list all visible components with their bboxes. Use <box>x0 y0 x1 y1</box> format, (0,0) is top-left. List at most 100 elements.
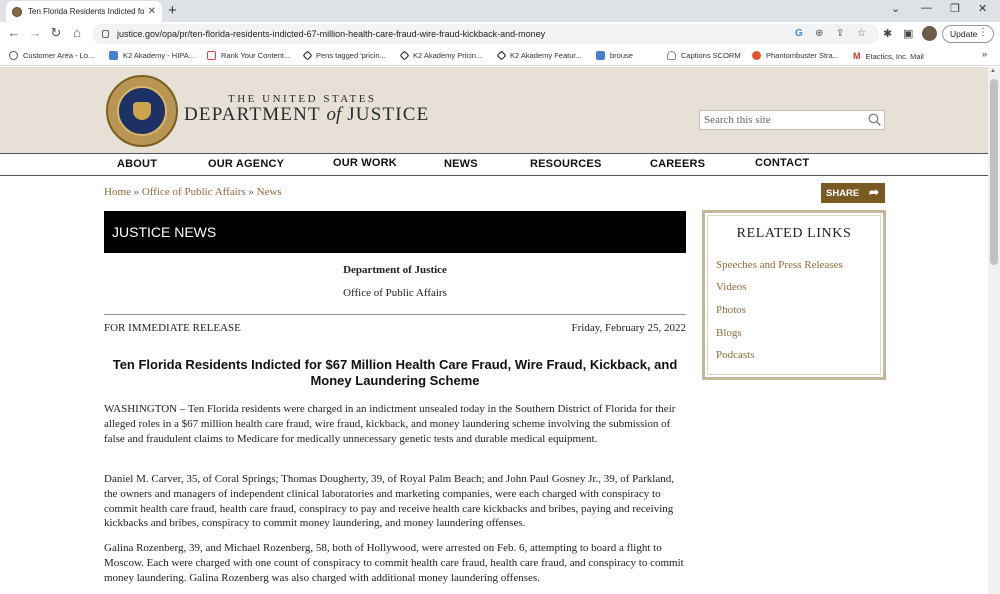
nav-news[interactable]: NEWS <box>444 158 478 170</box>
browser-toolbar: ← → ↻ ⌂ justice.gov/opa/pr/ten-florida-r… <box>0 22 1000 46</box>
window-close-icon[interactable]: ✕ <box>978 2 987 15</box>
captions-icon <box>667 51 676 60</box>
release-date: Friday, February 25, 2022 <box>571 322 686 334</box>
scroll-thumb[interactable] <box>990 79 998 265</box>
share-page-icon[interactable]: ⇪ <box>836 28 844 39</box>
globe-icon <box>9 51 18 60</box>
bookmark-item[interactable]: K2 Akademy - HIPA... <box>109 51 195 60</box>
related-links-title: RELATED LINKS <box>736 226 852 241</box>
bookmark-star-icon[interactable]: ☆ <box>857 28 866 39</box>
bookmark-label: K2 Akademy Pricin... <box>413 51 483 60</box>
codepen-icon <box>302 50 313 61</box>
update-button[interactable]: Update ⋮ <box>942 25 994 43</box>
bookmark-label: Pens tagged 'pricin... <box>316 51 386 60</box>
article-paragraph: WASHINGTON – Ten Florida residents were … <box>104 403 676 445</box>
menu-dots-icon[interactable]: ⋮ <box>978 27 988 38</box>
url-text: justice.gov/opa/pr/ten-florida-residents… <box>117 29 546 39</box>
nav-resources[interactable]: RESOURCES <box>530 158 601 170</box>
eagle-icon <box>133 102 151 120</box>
related-link-photos[interactable]: Photos <box>716 304 746 316</box>
search-icon[interactable] <box>868 113 881 126</box>
reload-icon[interactable]: ↻ <box>48 25 64 41</box>
related-link-podcasts[interactable]: Podcasts <box>716 349 755 361</box>
logo-title[interactable]: DEPARTMENT of JUSTICE <box>184 104 429 126</box>
release-label: FOR IMMEDIATE RELEASE <box>104 322 241 334</box>
extensions-icon[interactable]: ✱ <box>883 27 892 40</box>
logo-word-department: DEPARTMENT <box>184 104 321 125</box>
zoom-icon[interactable]: ⊕ <box>815 28 823 39</box>
breadcrumb-separator: » <box>133 186 140 198</box>
department-name: Department of Justice <box>343 264 447 276</box>
nav-contact[interactable]: CONTACT <box>755 157 809 169</box>
scroll-up-icon[interactable]: ▲ <box>990 68 996 74</box>
nav-our-work[interactable]: OUR WORK <box>333 157 397 169</box>
restore-icon[interactable]: ❐ <box>950 2 960 15</box>
logo-word-of: of <box>326 104 342 125</box>
doj-favicon-icon <box>12 6 22 17</box>
page-viewport: THE UNITED STATES DEPARTMENT of JUSTICE … <box>0 67 988 594</box>
page-scrollbar[interactable]: ▲ <box>988 67 1000 594</box>
close-tab-icon[interactable]: ✕ <box>148 6 156 17</box>
bookmark-label: Captions SCORM <box>681 51 741 60</box>
lock-icon[interactable] <box>102 30 109 38</box>
new-tab-icon[interactable]: + <box>168 2 177 19</box>
google-translate-icon[interactable]: G <box>795 28 803 39</box>
bookmarks-bar: Customer Area - Lo... K2 Akademy - HIPA.… <box>0 46 1000 66</box>
main-nav: ABOUT OUR AGENCY OUR WORK NEWS RESOURCES… <box>0 153 988 176</box>
browser-tab-bar: Ten Florida Residents Indicted for $ ✕ +… <box>0 0 1000 22</box>
breadcrumb: Home » Office of Public Affairs » News <box>104 186 282 198</box>
related-link-videos[interactable]: Videos <box>716 281 747 293</box>
gmail-icon: M <box>853 51 861 61</box>
bookmark-label: Customer Area - Lo... <box>23 51 95 60</box>
bookmark-label: K2 Akademy Featur... <box>510 51 582 60</box>
divider <box>104 314 686 315</box>
share-arrow-icon: ➦ <box>868 185 879 199</box>
logo-word-justice: JUSTICE <box>347 104 430 125</box>
bookmark-item[interactable]: M Etactics, Inc. Mail <box>853 51 924 61</box>
side-panel-icon[interactable]: ▣ <box>903 27 913 40</box>
related-link-speeches[interactable]: Speeches and Press Releases <box>716 259 843 271</box>
related-link-blogs[interactable]: Blogs <box>716 327 742 339</box>
search-placeholder: Search this site <box>704 114 771 126</box>
tab-title: Ten Florida Residents Indicted for $ <box>28 7 144 16</box>
browser-tab[interactable]: Ten Florida Residents Indicted for $ ✕ <box>6 1 162 22</box>
update-label: Update <box>950 29 978 39</box>
nav-about[interactable]: ABOUT <box>117 158 157 170</box>
bookmark-item[interactable]: Customer Area - Lo... <box>9 51 94 60</box>
bookmark-label: Phantombuster Stra... <box>766 51 839 60</box>
share-label: SHARE <box>826 187 860 199</box>
related-links-panel: RELATED LINKS Speeches and Press Release… <box>702 210 886 380</box>
minimize-icon[interactable]: — <box>921 2 932 14</box>
breadcrumb-home[interactable]: Home <box>104 186 131 198</box>
bookmark-item[interactable]: Captions SCORM <box>667 51 741 60</box>
breadcrumb-separator: » <box>248 186 254 198</box>
bookmark-label: Rank Your Content... <box>221 51 291 60</box>
bookmark-label: Etactics, Inc. Mail <box>865 51 924 61</box>
article-paragraph: Daniel M. Carver, 35, of Coral Springs; … <box>104 473 674 530</box>
forward-icon[interactable]: → <box>27 25 43 40</box>
bookmark-item[interactable]: Rank Your Content... <box>207 51 290 60</box>
codepen-icon <box>399 50 410 61</box>
home-icon[interactable]: ⌂ <box>69 25 85 40</box>
more-bookmarks-icon[interactable]: » <box>982 49 987 59</box>
site-search-input[interactable]: Search this site <box>699 110 885 130</box>
breadcrumb-news[interactable]: News <box>257 186 282 198</box>
address-bar[interactable]: justice.gov/opa/pr/ten-florida-residents… <box>92 24 879 44</box>
bookmark-item[interactable]: brouse <box>596 51 633 60</box>
bookmark-item[interactable]: Pens tagged 'pricin... <box>302 50 386 61</box>
chevron-down-icon[interactable]: ⌄ <box>891 2 900 15</box>
bookmark-label: K2 Akademy - HIPA... <box>123 51 195 60</box>
back-icon[interactable]: ← <box>6 25 22 40</box>
nav-our-agency[interactable]: OUR AGENCY <box>208 158 284 170</box>
tab-icon <box>207 51 216 60</box>
bookmark-item[interactable]: K2 Akademy Featur... <box>496 50 582 61</box>
breadcrumb-office[interactable]: Office of Public Affairs <box>142 186 246 198</box>
bookmark-item[interactable]: Phantombuster Stra... <box>752 51 839 60</box>
bookmark-item[interactable]: K2 Akademy Pricin... <box>399 50 483 61</box>
doc-icon <box>109 51 118 60</box>
doj-seal-logo[interactable] <box>106 75 178 147</box>
article-paragraph: Galina Rozenberg, 39, and Michael Rozenb… <box>104 542 684 584</box>
share-button[interactable]: SHARE ➦ <box>821 183 885 203</box>
profile-avatar[interactable] <box>922 26 937 41</box>
nav-careers[interactable]: CAREERS <box>650 158 705 170</box>
